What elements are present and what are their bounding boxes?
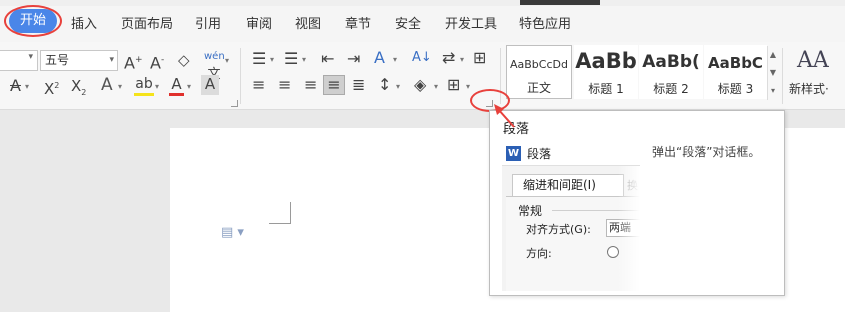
style-sample: AaBbC <box>708 54 763 72</box>
text-effect-icon[interactable]: A <box>101 76 113 94</box>
font-shrink-icon[interactable]: A- <box>150 51 164 72</box>
preview-fade <box>618 166 640 291</box>
scroll-down-icon[interactable]: ▼ <box>768 64 778 82</box>
document-icon[interactable]: ▤ ▾ <box>221 225 244 240</box>
style-name: 标题 2 <box>653 82 689 96</box>
wps-logo-icon: W <box>506 146 521 161</box>
tab-references[interactable]: 引用 <box>195 13 221 32</box>
ribbon: ▾ 五号 ▾ A+ A- ◇ wén文 ▾ A ▾ X2 X2 A ▾ ab ▾… <box>0 42 845 110</box>
font-launcher-icon[interactable] <box>231 100 238 107</box>
preview-tab-indent-spacing: 缩进和间距(I) <box>512 174 624 196</box>
style-heading-1[interactable]: AaBb 标题 1 <box>574 45 638 99</box>
font-color-icon[interactable]: A <box>169 75 184 96</box>
scroll-up-icon[interactable]: ▲ <box>768 46 778 64</box>
numbering-icon[interactable]: ☰ <box>284 50 298 68</box>
tab-view[interactable]: 视图 <box>295 13 321 32</box>
tab-developer[interactable]: 开发工具 <box>445 13 497 32</box>
sort-icon[interactable]: A↓ <box>412 49 432 67</box>
font-size-value: 五号 <box>45 53 70 67</box>
tab-insert[interactable]: 插入 <box>71 13 97 32</box>
char-shading-icon[interactable]: A <box>201 75 219 95</box>
more-styles-icon[interactable]: ▾ <box>768 82 778 100</box>
new-style-button[interactable]: 新样式· <box>789 80 829 97</box>
annotation-circle-home <box>4 5 62 37</box>
table-icon[interactable]: ⊞ <box>473 49 486 67</box>
subscript-icon[interactable]: X2 <box>71 77 86 102</box>
style-name: 标题 1 <box>588 82 624 96</box>
superscript-icon[interactable]: X2 <box>44 77 59 98</box>
title-strip <box>0 0 845 6</box>
highlight-icon[interactable]: ab <box>134 75 154 96</box>
preview-group-label: 常规 <box>518 204 543 218</box>
menu-bar: 开始 插入 页面布局 引用 审阅 视图 章节 安全 开发工具 特色应用 <box>0 0 845 42</box>
margin-corner-mark <box>269 202 291 224</box>
dialog-preview: W 段落 缩进和间距(I) 换 常规 对齐方式(G): 两端 方向: <box>502 141 640 291</box>
line-spacing-icon[interactable]: ↕ <box>378 76 391 94</box>
styles-gallery: AaBbCcDd 正文 AaBb 标题 1 AaBb( 标题 2 AaBbC 标… <box>506 45 778 105</box>
tab-special[interactable]: 特色应用 <box>519 13 571 32</box>
annotation-arrow-icon <box>494 104 515 128</box>
preview-direction-label: 方向: <box>526 247 552 260</box>
show-marks-icon[interactable]: ⇄ <box>442 49 455 67</box>
tooltip-description: 弹出“段落”对话框。 <box>652 145 761 159</box>
title-strip-dark <box>520 0 600 5</box>
style-name: 正文 <box>526 81 551 95</box>
separator <box>782 48 783 104</box>
justify-icon[interactable]: ≡ <box>323 75 345 95</box>
style-normal[interactable]: AaBbCcDd 正文 <box>506 45 572 99</box>
preview-align-label: 对齐方式(G): <box>526 223 591 236</box>
tab-security[interactable]: 安全 <box>395 13 421 32</box>
style-sample: AaBb( <box>642 52 700 72</box>
paragraph-tooltip: 段落 弹出“段落”对话框。 W 段落 缩进和间距(I) 换 常规 对齐方式(G)… <box>489 110 785 296</box>
style-name: 标题 3 <box>717 82 754 96</box>
distributed-icon[interactable]: ≣ <box>352 76 365 94</box>
font-name-select[interactable]: ▾ <box>0 50 38 71</box>
style-heading-3[interactable]: AaBbC 标题 3 <box>704 45 767 99</box>
style-sample: AaBb <box>575 49 637 73</box>
font-size-select[interactable]: 五号 ▾ <box>40 50 118 71</box>
font-grow-icon[interactable]: A+ <box>124 51 143 72</box>
shading-icon[interactable]: ◈ <box>414 76 426 94</box>
separator <box>240 48 241 104</box>
style-sample: AaBbCcDd <box>510 58 568 71</box>
tab-section[interactable]: 章节 <box>345 13 371 32</box>
align-left-icon[interactable]: ≡ <box>252 76 265 94</box>
align-right-icon[interactable]: ≡ <box>304 76 317 94</box>
bullets-icon[interactable]: ☰ <box>252 50 266 68</box>
style-heading-2[interactable]: AaBb( 标题 2 <box>639 45 703 99</box>
new-style-icon[interactable]: AA <box>797 48 829 73</box>
preview-header: W 段落 <box>502 141 640 166</box>
chinese-layout-icon[interactable]: A <box>374 49 385 67</box>
preview-title: 段落 <box>527 147 552 161</box>
tab-review[interactable]: 审阅 <box>246 13 272 32</box>
border-icon[interactable]: ⊞ <box>447 76 460 94</box>
strikethrough-icon[interactable]: A <box>10 77 21 95</box>
styles-scroll[interactable]: ▲ ▼ ▾ <box>767 46 778 100</box>
align-center-icon[interactable]: ≡ <box>278 76 291 94</box>
increase-indent-icon[interactable]: ⇥ <box>347 50 360 68</box>
clear-format-icon[interactable]: ◇ <box>178 51 190 69</box>
decrease-indent-icon[interactable]: ⇤ <box>321 50 334 68</box>
tab-page-layout[interactable]: 页面布局 <box>121 13 173 32</box>
